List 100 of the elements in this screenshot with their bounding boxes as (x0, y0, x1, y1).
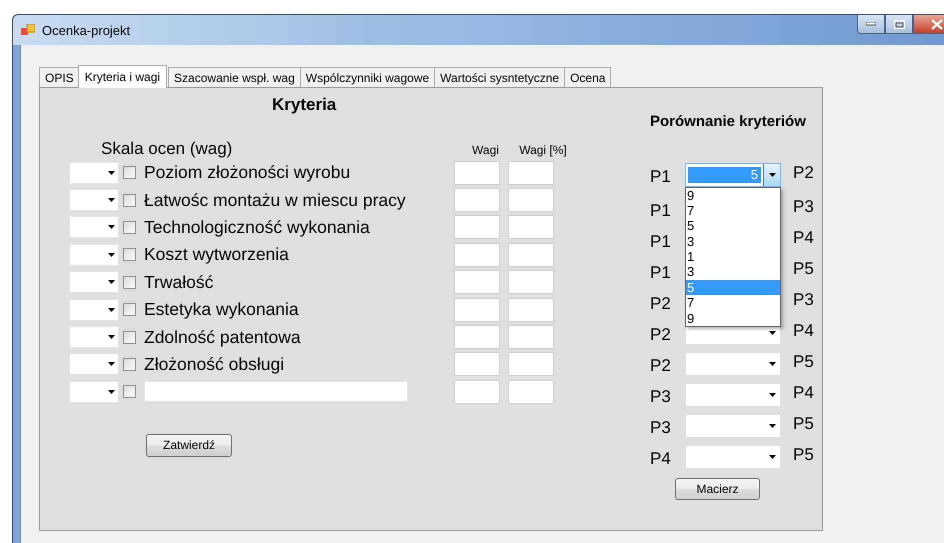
dropdown[interactable] (69, 162, 119, 184)
criterion-code: P4 (793, 382, 814, 402)
dropdown-option[interactable]: 9 (686, 188, 780, 203)
criterion-code: P5 (793, 352, 814, 372)
checkbox[interactable] (123, 220, 136, 234)
criterion-code: P2 (650, 356, 672, 376)
criterion-label: Koszt wytworzenia (144, 244, 290, 266)
dropdown-option[interactable]: 7 (686, 202, 780, 218)
criterion-label: Trwałość (144, 272, 214, 293)
minimize-button[interactable] (857, 15, 885, 34)
weight-percent-field[interactable] (508, 380, 554, 404)
maximize-icon (894, 20, 904, 28)
criterion-code: P5 (793, 444, 814, 464)
criterion-code: P1 (650, 263, 672, 283)
weight-field[interactable] (454, 242, 500, 267)
checkbox[interactable] (123, 303, 136, 316)
weight-percent-field[interactable] (508, 160, 554, 185)
caret-icon (108, 252, 115, 257)
caret-icon (768, 424, 776, 428)
criterion-code: P5 (793, 258, 814, 278)
weight-field[interactable] (454, 325, 500, 350)
checkbox[interactable] (123, 276, 136, 289)
column-header: Wagi [%] (518, 143, 568, 159)
checkbox[interactable] (123, 330, 136, 344)
dropdown-option[interactable]: 9 (686, 310, 780, 326)
column-header: Wagi (471, 143, 500, 159)
caret-icon (108, 225, 115, 230)
criterion-code: P2 (793, 162, 814, 182)
weight-percent-field[interactable] (508, 188, 554, 212)
criterion-code: P4 (793, 228, 814, 248)
criterion-label: Estetyka wykonania (144, 299, 300, 320)
caret-icon (768, 172, 776, 176)
criterion-code: P4 (793, 320, 814, 340)
weight-field[interactable] (454, 270, 500, 294)
caret-icon (768, 330, 776, 334)
dropdown[interactable] (69, 380, 119, 403)
confirm-button[interactable]: Zatwierdź (146, 434, 232, 457)
dropdown-option[interactable]: 1 (686, 249, 780, 264)
criterion-code: P3 (793, 196, 814, 216)
criterion-code: P3 (650, 387, 672, 407)
dropdown[interactable] (69, 244, 119, 266)
window-title: Ocenka-projekt (42, 22, 130, 38)
maximize-button[interactable] (885, 15, 913, 34)
checkbox[interactable] (123, 358, 136, 371)
criterion-label: Złożoność obsługi (144, 354, 286, 375)
weight-percent-field[interactable] (508, 298, 554, 322)
tab[interactable]: Wartości sysntetyczne (434, 67, 566, 87)
weight-percent-field[interactable] (508, 325, 554, 350)
tab[interactable]: Kryteria i wagi (78, 65, 168, 88)
criterion-code: P5 (793, 414, 814, 434)
criterion-code: P4 (650, 449, 672, 469)
dropdown[interactable] (69, 189, 119, 212)
criterion-label: Zdolność patentowa (144, 326, 302, 348)
tab[interactable]: Szacowanie wspł. wag (168, 67, 301, 87)
weight-field[interactable] (454, 352, 500, 376)
criterion-code: P3 (793, 290, 814, 310)
weight-field[interactable] (454, 298, 500, 322)
checkbox[interactable] (123, 166, 136, 180)
dropdown-option[interactable]: 3 (686, 264, 780, 280)
dropdown-value: 5 (688, 166, 761, 182)
dropdown[interactable] (69, 216, 119, 238)
checkbox[interactable] (123, 385, 136, 398)
criterion-code: P1 (650, 201, 672, 221)
weight-percent-field[interactable] (508, 215, 554, 240)
weight-percent-field[interactable] (508, 270, 554, 294)
tab[interactable]: OPIS (39, 67, 80, 87)
weight-field[interactable] (454, 188, 500, 212)
caret-icon (108, 308, 115, 312)
dropdown[interactable] (69, 271, 119, 294)
caret-icon (108, 170, 115, 175)
tab[interactable]: Wspólczynniki wagowe (300, 67, 436, 87)
tab[interactable]: Ocena (564, 67, 612, 87)
caret-icon (108, 362, 115, 366)
dropdown[interactable] (69, 298, 119, 321)
section-heading: Kryteria (272, 94, 338, 116)
weight-percent-field[interactable] (508, 242, 554, 267)
caret-icon (108, 335, 115, 340)
weight-field[interactable] (454, 380, 500, 404)
caret-icon (108, 280, 115, 284)
criterion-label: Technologiczność wykonania (144, 216, 371, 238)
criterion-label: Poziom złożoności wyrobu (144, 162, 352, 184)
dropdown-option[interactable]: 3 (686, 234, 780, 250)
app-icon (21, 24, 35, 36)
dropdown-option[interactable]: 5 (686, 218, 780, 234)
criterion-code: P2 (650, 294, 672, 314)
weight-field[interactable] (454, 160, 500, 185)
criterion-code: P1 (650, 232, 672, 252)
weight-field[interactable] (454, 215, 500, 240)
matrix-button[interactable]: Macierz (675, 478, 760, 500)
checkbox[interactable] (123, 194, 136, 207)
dropdown-option[interactable]: 7 (686, 295, 780, 311)
checkbox[interactable] (123, 248, 136, 262)
scale-label: Skala ocen (wag) (101, 139, 234, 159)
criterion-input-field[interactable] (144, 381, 408, 402)
criterion-code: P2 (650, 325, 672, 345)
weight-percent-field[interactable] (508, 352, 554, 376)
minimize-icon (866, 22, 876, 26)
dropdown[interactable] (69, 353, 119, 376)
dropdown[interactable] (69, 326, 119, 348)
caret-icon (108, 390, 115, 394)
